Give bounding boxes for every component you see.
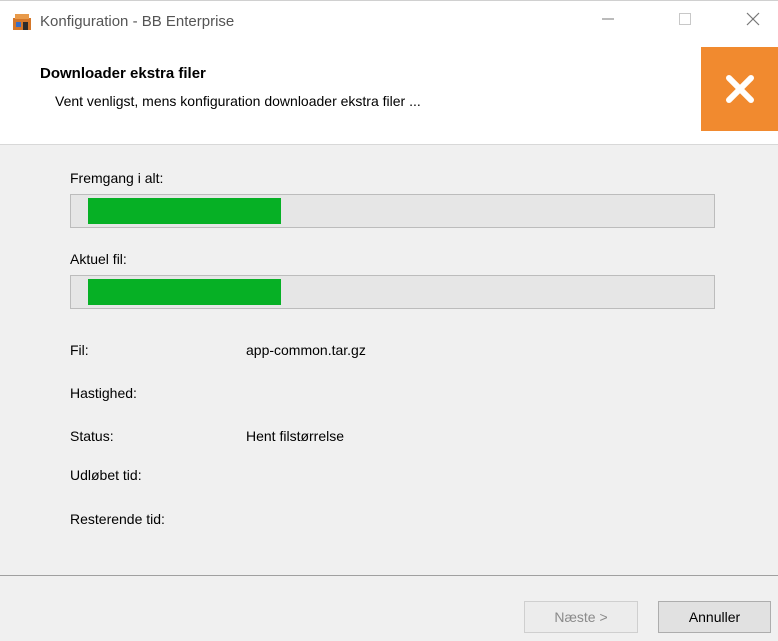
current-file-progress-fill	[88, 279, 281, 305]
header-subtitle: Vent venligst, mens konfiguration downlo…	[55, 93, 421, 109]
overall-progress-label: Fremgang i alt:	[70, 170, 164, 186]
minimize-icon	[602, 18, 614, 20]
current-file-label: Aktuel fil:	[70, 251, 127, 267]
window-title: Konfiguration - BB Enterprise	[40, 13, 235, 30]
close-button[interactable]	[728, 1, 778, 37]
wizard-header: Downloader ekstra filer Vent venligst, m…	[0, 42, 778, 144]
cancel-button[interactable]: Annuller	[658, 601, 771, 633]
current-file-progress-bar	[70, 275, 715, 309]
header-title: Downloader ekstra filer	[40, 65, 206, 82]
speed-label: Hastighed:	[70, 385, 137, 401]
minimize-button[interactable]	[583, 1, 633, 37]
app-icon	[12, 13, 32, 31]
title-bar: Konfiguration - BB Enterprise	[0, 0, 778, 42]
status-value: Hent filstørrelse	[246, 428, 345, 444]
maximize-button[interactable]	[660, 1, 710, 37]
maximize-icon	[679, 13, 691, 25]
next-button[interactable]: Næste >	[524, 601, 638, 633]
brand-logo	[701, 47, 778, 131]
status-label: Status:	[70, 428, 114, 444]
wizard-body: Fremgang i alt: Aktuel fil: Fil: app-com…	[0, 145, 778, 575]
file-value: app-common.tar.gz	[246, 342, 366, 358]
overall-progress-bar	[70, 194, 715, 228]
file-label: Fil:	[70, 342, 89, 358]
overall-progress-fill	[88, 198, 281, 224]
close-icon	[746, 12, 760, 26]
elapsed-time-label: Udløbet tid:	[70, 467, 142, 483]
remaining-time-label: Resterende tid:	[70, 511, 165, 527]
x-logo-icon	[725, 75, 754, 103]
wizard-footer: Næste > Annuller	[0, 576, 778, 641]
